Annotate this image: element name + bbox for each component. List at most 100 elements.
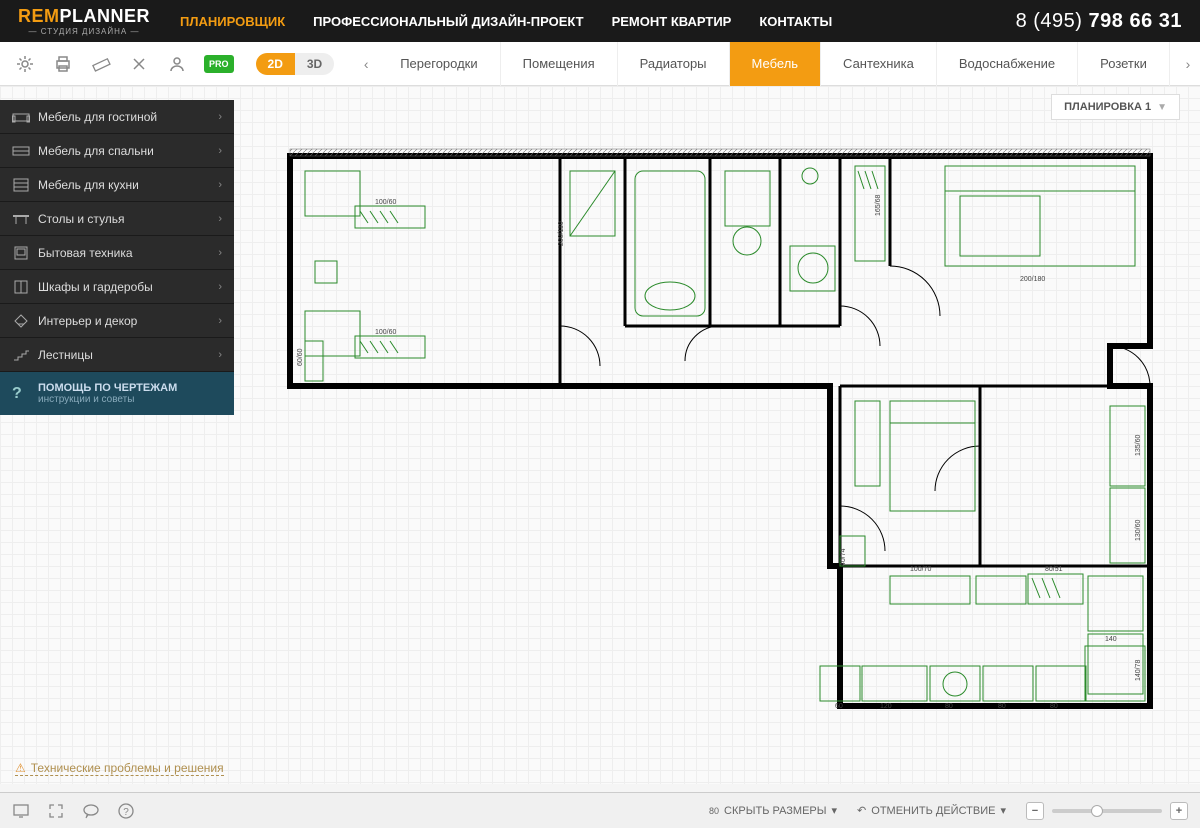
pro-badge[interactable]: PRO — [204, 55, 234, 73]
chevron-down-icon: ▼ — [1157, 102, 1167, 113]
toolbar: PRO 2D 3D ‹ Перегородки Помещения Радиат… — [0, 42, 1200, 86]
nav-contacts[interactable]: КОНТАКТЫ — [759, 14, 832, 29]
expand-icon[interactable] — [48, 803, 64, 819]
zoom-in-button[interactable]: + — [1170, 802, 1188, 820]
tab-furniture[interactable]: Мебель — [730, 42, 822, 86]
svg-text:60: 60 — [835, 703, 843, 710]
zoom-thumb[interactable] — [1091, 805, 1103, 817]
tabs-scroll-right[interactable]: › — [1176, 56, 1200, 72]
tab-partitions[interactable]: Перегородки — [378, 42, 500, 86]
tabs-container: ‹ Перегородки Помещения Радиаторы Мебель… — [354, 42, 1200, 86]
logo-rem: REM — [18, 6, 60, 26]
svg-text:140/78: 140/78 — [1135, 659, 1142, 681]
status-bar: ? 80 СКРЫТЬ РАЗМЕРЫ ▾ ↶ ОТМЕНИТЬ ДЕЙСТВИ… — [0, 792, 1200, 828]
view-2d-button[interactable]: 2D — [256, 53, 295, 75]
chevron-right-icon: › — [218, 349, 222, 361]
sidebar-item-decor[interactable]: Интерьер и декор › — [0, 304, 234, 338]
warning-icon: ⚠ — [15, 761, 26, 775]
sidebar-item-appliances[interactable]: Бытовая техника › — [0, 236, 234, 270]
svg-text:165/68: 165/68 — [875, 194, 882, 216]
sidebar-item-label: Шкафы и гардеробы — [38, 280, 218, 294]
nav-design-project[interactable]: ПРОФЕССИОНАЛЬНЫЙ ДИЗАЙН-ПРОЕКТ — [313, 14, 583, 29]
chevron-right-icon: › — [218, 247, 222, 259]
svg-text:120: 120 — [880, 703, 892, 710]
plan-selector[interactable]: ПЛАНИРОВКА 1 ▼ — [1051, 94, 1180, 120]
wardrobe-icon — [12, 280, 38, 294]
svg-text:130/60: 130/60 — [1135, 519, 1142, 541]
sidebar-item-label: Интерьер и декор — [38, 314, 218, 328]
svg-text:?: ? — [123, 807, 129, 818]
logo-planner: PLANNER — [60, 6, 151, 26]
svg-text:80: 80 — [945, 703, 953, 710]
svg-text:135/60: 135/60 — [1135, 434, 1142, 456]
logo-tagline: — СТУДИЯ ДИЗАЙНА — — [18, 27, 150, 36]
stairs-icon — [12, 348, 38, 362]
print-icon[interactable] — [52, 53, 74, 75]
sidebar-item-wardrobes[interactable]: Шкафы и гардеробы › — [0, 270, 234, 304]
sidebar-item-label: Мебель для гостиной — [38, 110, 218, 124]
chevron-down-icon: ▾ — [832, 804, 838, 817]
tab-rooms[interactable]: Помещения — [501, 42, 618, 86]
logo[interactable]: REMPLANNER — СТУДИЯ ДИЗАЙНА — — [18, 7, 150, 36]
tab-plumbing[interactable]: Сантехника — [821, 42, 937, 86]
help-subtitle: инструкции и советы — [38, 394, 177, 405]
chat-icon[interactable] — [82, 803, 100, 819]
zoom-slider[interactable] — [1052, 809, 1162, 813]
zoom-out-button[interactable]: − — [1026, 802, 1044, 820]
hide-dimensions-button[interactable]: 80 СКРЫТЬ РАЗМЕРЫ ▾ — [709, 804, 837, 817]
question-icon: ? — [12, 385, 38, 403]
sidebar-item-label: Мебель для спальни — [38, 144, 218, 158]
tab-radiators[interactable]: Радиаторы — [618, 42, 730, 86]
undo-icon: ↶ — [857, 804, 866, 817]
svg-text:60/60: 60/60 — [297, 348, 304, 366]
tab-water-supply[interactable]: Водоснабжение — [937, 42, 1078, 86]
chevron-down-icon: ▾ — [1000, 804, 1006, 817]
furniture-sidebar: Мебель для гостиной › Мебель для спальни… — [0, 100, 234, 415]
svg-text:200/110: 200/110 — [558, 221, 565, 246]
help-icon[interactable]: ? — [118, 803, 134, 819]
status-right: 80 СКРЫТЬ РАЗМЕРЫ ▾ ↶ ОТМЕНИТЬ ДЕЙСТВИЕ … — [709, 802, 1188, 820]
tab-sockets[interactable]: Розетки — [1078, 42, 1170, 86]
svg-text:100/60: 100/60 — [375, 199, 397, 206]
sidebar-item-bedroom[interactable]: Мебель для спальни › — [0, 134, 234, 168]
settings-icon[interactable] — [14, 53, 36, 75]
floorplan[interactable]: 100/60 100/60 60/60 200/110 165/68 200/1… — [280, 146, 1180, 766]
svg-text:40/74: 40/74 — [840, 548, 847, 566]
tabs-scroll-left[interactable]: ‹ — [354, 56, 378, 72]
phone-number: 8 (495) 798 66 31 — [1016, 10, 1182, 33]
sidebar-item-label: Мебель для кухни — [38, 178, 218, 192]
view-3d-button[interactable]: 3D — [295, 53, 334, 75]
table-icon — [12, 212, 38, 226]
chevron-right-icon: › — [218, 213, 222, 225]
sidebar-item-kitchen[interactable]: Мебель для кухни › — [0, 168, 234, 202]
technical-issues-link[interactable]: ⚠ Технические проблемы и решения — [15, 761, 224, 776]
nav-renovation[interactable]: РЕМОНТ КВАРТИР — [612, 14, 732, 29]
sidebar-item-tables[interactable]: Столы и стулья › — [0, 202, 234, 236]
sidebar-item-label: Столы и стулья — [38, 212, 218, 226]
sidebar-item-label: Бытовая техника — [38, 246, 218, 260]
sidebar-item-label: Лестницы — [38, 348, 218, 362]
svg-text:80: 80 — [998, 703, 1006, 710]
chevron-right-icon: › — [218, 315, 222, 327]
sidebar-item-stairs[interactable]: Лестницы › — [0, 338, 234, 372]
tabs: Перегородки Помещения Радиаторы Мебель С… — [378, 42, 1176, 86]
appliance-icon — [12, 246, 38, 260]
ruler-icon[interactable] — [90, 53, 112, 75]
decor-icon — [12, 314, 38, 328]
svg-text:80/51: 80/51 — [1045, 566, 1063, 573]
screen-icon[interactable] — [12, 803, 30, 819]
main-nav: ПЛАНИРОВЩИК ПРОФЕССИОНАЛЬНЫЙ ДИЗАЙН-ПРОЕ… — [180, 14, 1016, 29]
undo-button[interactable]: ↶ ОТМЕНИТЬ ДЕЙСТВИЕ ▾ — [857, 804, 1006, 817]
svg-text:80: 80 — [1050, 703, 1058, 710]
chevron-right-icon: › — [218, 145, 222, 157]
tool-icons-group: PRO — [0, 53, 248, 75]
tools-icon[interactable] — [128, 53, 150, 75]
chevron-right-icon: › — [218, 281, 222, 293]
sidebar-item-living-room[interactable]: Мебель для гостиной › — [0, 100, 234, 134]
sofa-icon — [12, 110, 38, 124]
chevron-right-icon: › — [218, 111, 222, 123]
svg-text:200/180: 200/180 — [1020, 276, 1045, 283]
nav-planner[interactable]: ПЛАНИРОВЩИК — [180, 14, 285, 29]
user-icon[interactable] — [166, 53, 188, 75]
sidebar-help[interactable]: ? ПОМОЩЬ ПО ЧЕРТЕЖАМ инструкции и советы — [0, 372, 234, 415]
